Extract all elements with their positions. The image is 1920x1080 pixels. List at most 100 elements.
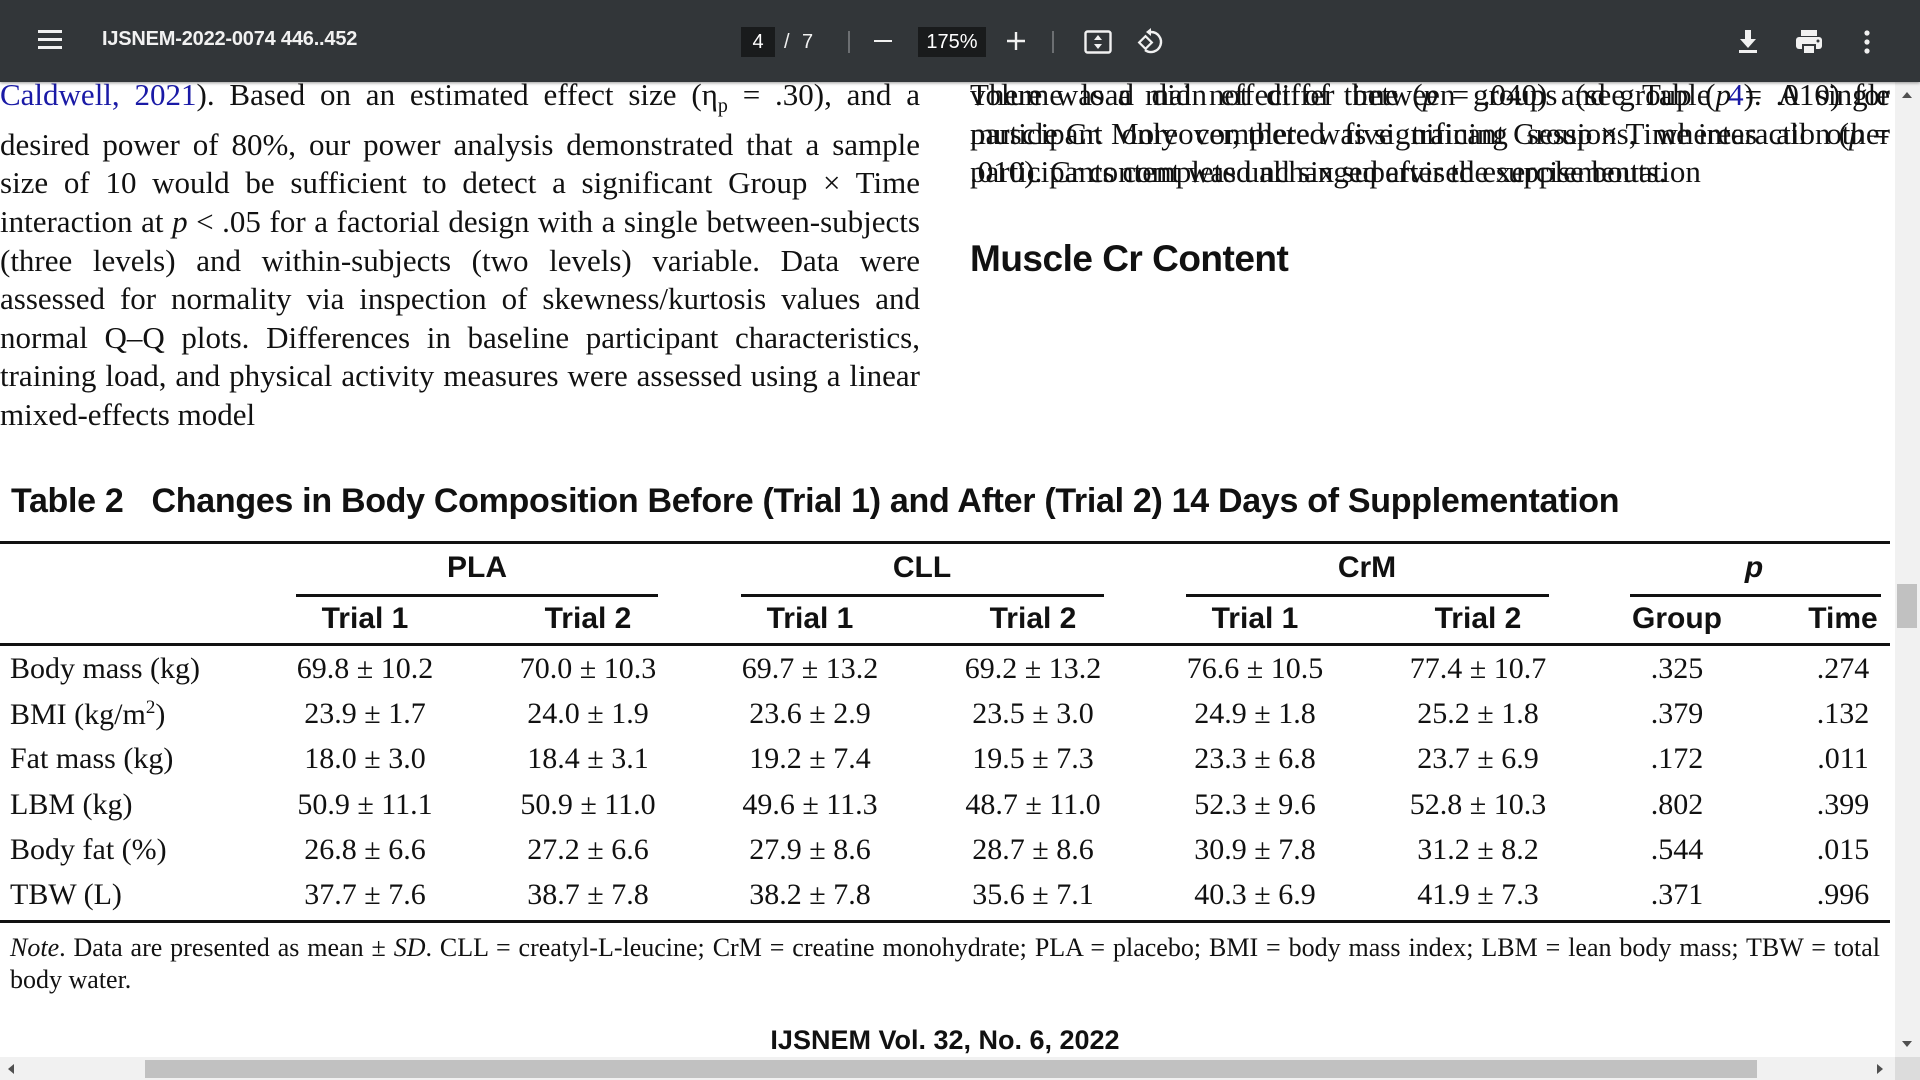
table-row-label: LBM (kg) [10, 788, 133, 821]
table-row-label: Fat mass (kg) [10, 742, 174, 775]
table-cell: 49.6 ± 11.3 [742, 788, 878, 821]
more-vertical-icon [1864, 30, 1870, 54]
table-cell: 19.2 ± 7.4 [749, 742, 871, 775]
table-cell: 19.5 ± 7.3 [972, 742, 1094, 775]
table-cell: 76.6 ± 10.5 [1186, 652, 1324, 685]
document-title: IJSNEM-2022-0074 446..452 [102, 28, 358, 50]
table-cell: .011 [1817, 742, 1869, 775]
cll-underline [741, 594, 1104, 597]
download-icon [1739, 30, 1757, 53]
table-cell: 31.2 ± 8.2 [1417, 833, 1539, 866]
scrollbar-corner [1895, 1057, 1920, 1080]
vertical-scrollbar[interactable] [1895, 82, 1920, 1057]
zoom-level-input[interactable]: 175% [918, 27, 986, 57]
left-column-paragraph: Caldwell, 2021). Based on an estimated e… [0, 76, 920, 435]
citation-link[interactable]: Caldwell, 2021 [0, 77, 197, 112]
table-cell: 50.9 ± 11.0 [520, 788, 656, 821]
table-cell: .371 [1650, 878, 1704, 911]
fit-to-page-button[interactable] [1084, 30, 1112, 54]
group-header-crm: CrM [1337, 551, 1397, 584]
table-cell: .379 [1650, 697, 1704, 730]
zoom-in-button[interactable] [1006, 31, 1026, 51]
vertical-scroll-thumb[interactable] [1897, 584, 1917, 628]
group-header-p: p [1744, 551, 1764, 584]
horizontal-scrollbar[interactable] [0, 1057, 1895, 1080]
table-row-label: BMI (kg/m2) [10, 697, 166, 731]
more-options-button[interactable] [1863, 30, 1871, 54]
table-cell: 25.2 ± 1.8 [1417, 697, 1539, 730]
right-column-paragraph-2: There was a main effect of time (p = .04… [970, 77, 1891, 190]
table-cell: 18.4 ± 3.1 [527, 742, 649, 775]
table-cell: 40.3 ± 6.9 [1194, 878, 1316, 911]
table-cell: 23.5 ± 3.0 [972, 697, 1094, 730]
table-cell: 18.0 ± 3.0 [304, 742, 426, 775]
table-cell: 30.9 ± 7.8 [1194, 833, 1316, 866]
table-cell: 24.0 ± 1.9 [527, 697, 649, 730]
scroll-right-arrow-icon[interactable] [1877, 1064, 1883, 1074]
table-cell: 69.2 ± 13.2 [964, 652, 1102, 685]
table-row-label: Body fat (%) [10, 833, 167, 866]
rotate-button[interactable] [1137, 28, 1165, 56]
scroll-down-arrow-icon[interactable] [1902, 1041, 1912, 1047]
horizontal-scroll-thumb[interactable] [145, 1060, 1757, 1078]
page-number-input[interactable]: 4 [741, 27, 775, 57]
download-button[interactable] [1738, 30, 1758, 54]
methods-paragraph: Caldwell, 2021). Based on an estimated e… [0, 77, 921, 432]
zoom-out-button[interactable] [874, 40, 892, 42]
table-cell: 69.7 ± 13.2 [741, 652, 879, 685]
table-cell: 23.7 ± 6.9 [1417, 742, 1539, 775]
subheader-group: Group [1632, 602, 1722, 635]
table-cell: .802 [1650, 788, 1704, 821]
table-bottom-rule [0, 920, 1890, 923]
hamburger-menu-icon[interactable] [38, 30, 62, 50]
table-cell: 38.2 ± 7.8 [749, 878, 871, 911]
table-cell: .274 [1816, 652, 1870, 685]
scroll-up-arrow-icon[interactable] [1902, 92, 1912, 98]
table-cell: 23.3 ± 6.8 [1194, 742, 1316, 775]
subheader-cll-trial2: Trial 2 [989, 602, 1077, 635]
subheader-pla-trial1: Trial 1 [321, 602, 409, 635]
table-cell: 50.9 ± 11.1 [297, 788, 433, 821]
subheader-cll-trial1: Trial 1 [766, 602, 854, 635]
table-cell: 24.9 ± 1.8 [1194, 697, 1316, 730]
table-cell: .996 [1816, 878, 1870, 911]
table-cell: 41.9 ± 7.3 [1417, 878, 1539, 911]
plus-icon [1007, 32, 1025, 50]
table-number: Table 2 [11, 482, 124, 520]
print-icon [1796, 30, 1822, 54]
table-cell: .399 [1816, 788, 1870, 821]
print-button[interactable] [1795, 29, 1823, 55]
group-header-pla: PLA [447, 551, 507, 584]
table-cell: .172 [1650, 742, 1704, 775]
crm-underline [1186, 594, 1549, 597]
table-cell: 69.8 ± 10.2 [296, 652, 434, 685]
table-cell: 70.0 ± 10.3 [519, 652, 657, 685]
table-cell: 52.8 ± 10.3 [1409, 788, 1547, 821]
table-note: Note. Data are presented as mean ± SD. C… [10, 933, 1881, 994]
table-title: Table 2 Changes in Body Composition Befor… [11, 482, 1620, 521]
section-heading-muscle-cr: Muscle Cr Content [970, 238, 1289, 279]
page-footer: IJSNEM Vol. 32, No. 6, 2022 [770, 1025, 1120, 1055]
table-header-rule [0, 643, 1890, 646]
fit-to-page-icon [1084, 30, 1112, 54]
subheader-crm-trial1: Trial 1 [1211, 602, 1299, 635]
pdf-toolbar: IJSNEM-2022-0074 446..452 4 / 7 175% [0, 0, 1920, 82]
table-cell: 23.9 ± 1.7 [304, 697, 426, 730]
scroll-left-arrow-icon[interactable] [8, 1064, 14, 1074]
rotate-counterclockwise-icon [1137, 28, 1163, 54]
table-top-rule [0, 541, 1890, 544]
toolbar-divider [848, 31, 850, 53]
toolbar-divider [1052, 31, 1054, 53]
table-cell: 26.8 ± 6.6 [304, 833, 426, 866]
table-cell: .015 [1816, 833, 1870, 866]
table-cell: .132 [1816, 697, 1870, 730]
subheader-time: Time [1808, 602, 1878, 635]
subheader-pla-trial2: Trial 2 [544, 602, 632, 635]
table-caption: Changes in Body Composition Before (Tria… [151, 482, 1620, 520]
group-header-cll: CLL [892, 551, 952, 584]
table-cell: .544 [1650, 833, 1704, 866]
table-cell: 37.7 ± 7.6 [304, 878, 426, 911]
table-row-label: TBW (L) [10, 878, 122, 911]
table-cell: 35.6 ± 7.1 [972, 878, 1094, 911]
pla-underline [296, 594, 658, 597]
